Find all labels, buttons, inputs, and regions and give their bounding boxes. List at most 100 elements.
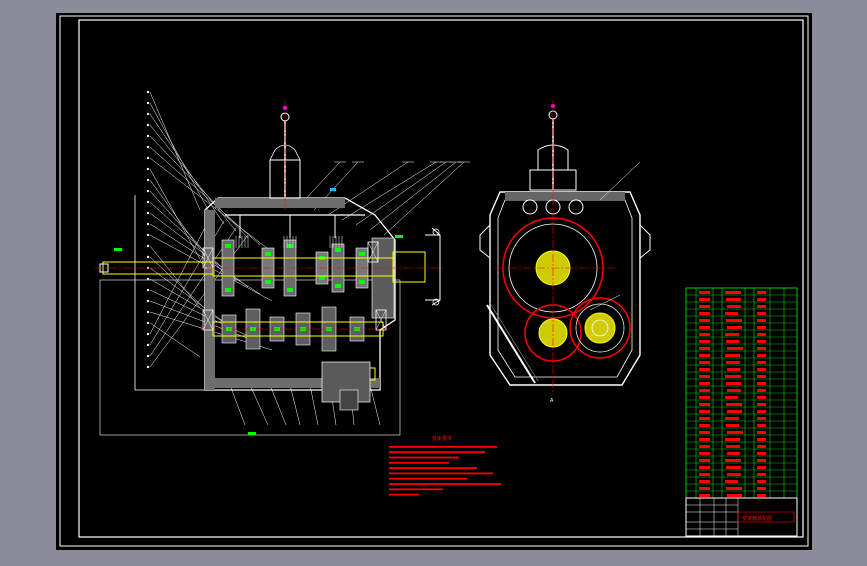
table-cell-spec-15 xyxy=(727,389,741,392)
table-cell-material-24 xyxy=(757,452,766,455)
note-line-6 xyxy=(389,472,493,475)
table-cell-material-7 xyxy=(757,333,766,336)
table-cell-name-30 xyxy=(699,494,710,497)
table-cell-material-5 xyxy=(757,319,766,322)
leader-balloon-left-7 xyxy=(146,156,150,160)
leader-balloon-left-23 xyxy=(146,332,150,336)
table-cell-name-27 xyxy=(699,473,710,476)
leader-balloon-left-19 xyxy=(146,288,150,292)
section-label-a: A xyxy=(550,398,554,404)
table-cell-spec-9 xyxy=(727,347,743,350)
table-cell-name-26 xyxy=(699,466,710,469)
table-cell-spec-29 xyxy=(726,487,742,490)
leader-balloon-left-2 xyxy=(146,101,150,105)
main-gear-mark-top-1 xyxy=(225,244,231,248)
table-cell-material-1 xyxy=(757,291,766,294)
table-cell-name-1 xyxy=(699,291,710,294)
table-cell-spec-25 xyxy=(725,459,741,462)
table-cell-spec-3 xyxy=(727,305,741,308)
main-gear-mark-bottom-2 xyxy=(265,280,271,284)
table-cell-material-10 xyxy=(757,354,766,357)
leader-balloon-left-11 xyxy=(146,200,150,204)
leader-balloon-left-15 xyxy=(146,244,150,248)
table-cell-spec-16 xyxy=(725,396,738,399)
main-gear-mark-top-2 xyxy=(265,252,271,256)
table-cell-name-28 xyxy=(699,480,710,483)
leader-balloon-left-22 xyxy=(146,321,150,325)
note-line-7 xyxy=(389,477,467,480)
bottom-dim-marker xyxy=(248,432,256,435)
main-gear-mark-bottom-6 xyxy=(359,280,365,284)
table-cell-spec-18 xyxy=(727,410,742,413)
main-gear-mark-top-6 xyxy=(359,252,365,256)
leader-balloon-left-26 xyxy=(146,365,150,369)
table-cell-material-18 xyxy=(757,410,766,413)
leader-balloon-left-20 xyxy=(146,299,150,303)
table-cell-name-21 xyxy=(699,431,710,434)
table-cell-spec-28 xyxy=(725,480,738,483)
table-cell-name-20 xyxy=(699,424,710,427)
table-cell-name-11 xyxy=(699,361,710,364)
table-cell-material-28 xyxy=(757,480,766,483)
table-cell-name-19 xyxy=(699,417,710,420)
top-dim-marker xyxy=(330,188,336,191)
leader-balloon-left-9 xyxy=(146,178,150,182)
table-cell-spec-12 xyxy=(727,368,740,371)
table-cell-spec-4 xyxy=(725,312,738,315)
table-cell-material-30 xyxy=(757,494,766,497)
table-cell-name-3 xyxy=(699,305,710,308)
table-cell-material-16 xyxy=(757,396,766,399)
table-cell-spec-17 xyxy=(726,403,742,406)
note-line-9 xyxy=(389,488,443,491)
table-cell-spec-8 xyxy=(726,340,739,343)
housing-cover-right xyxy=(371,237,395,319)
table-cell-spec-11 xyxy=(726,361,740,364)
leader-balloon-left-10 xyxy=(146,189,150,193)
table-cell-name-15 xyxy=(699,389,710,392)
table-cell-spec-2 xyxy=(726,298,741,301)
note-line-4 xyxy=(389,461,449,464)
main-gear-mark-bottom-1 xyxy=(225,288,231,292)
leader-balloon-left-4 xyxy=(146,123,150,127)
leader-balloon-left-21 xyxy=(146,310,150,314)
reverse-idler-hub xyxy=(339,389,359,411)
leader-balloon-left-6 xyxy=(146,145,150,149)
reverse-gear-hub xyxy=(584,312,616,344)
note-line-3 xyxy=(389,456,459,459)
table-cell-material-22 xyxy=(757,438,766,441)
leader-balloon-left-3 xyxy=(146,112,150,116)
table-cell-spec-20 xyxy=(726,424,739,427)
table-cell-material-25 xyxy=(757,459,766,462)
table-cell-name-17 xyxy=(699,403,710,406)
table-cell-material-21 xyxy=(757,431,766,434)
table-cell-name-12 xyxy=(699,368,710,371)
table-cell-spec-22 xyxy=(725,438,740,441)
table-cell-spec-19 xyxy=(725,417,739,420)
table-cell-material-17 xyxy=(757,403,766,406)
table-cell-spec-10 xyxy=(725,354,740,357)
table-cell-material-12 xyxy=(757,368,766,371)
drawing-sheet-background xyxy=(56,13,812,550)
table-cell-name-4 xyxy=(699,312,710,315)
table-cell-name-23 xyxy=(699,445,710,448)
table-cell-material-13 xyxy=(757,375,766,378)
leader-balloon-left-12 xyxy=(146,211,150,215)
cad-drawing-canvas: A 技术要求 变速器装配图 xyxy=(0,0,867,562)
notes-title: 技术要求 xyxy=(432,435,452,442)
leader-balloon-left-1 xyxy=(146,90,150,94)
table-cell-name-24 xyxy=(699,452,710,455)
table-cell-spec-6 xyxy=(727,326,742,329)
table-cell-name-9 xyxy=(699,347,710,350)
table-cell-material-15 xyxy=(757,389,766,392)
main-gear-mark-bottom-3 xyxy=(287,288,293,292)
note-line-5 xyxy=(389,467,477,469)
table-cell-spec-14 xyxy=(726,382,741,385)
table-cell-material-11 xyxy=(757,361,766,364)
table-cell-material-29 xyxy=(757,487,766,490)
table-cell-spec-24 xyxy=(727,452,740,455)
table-cell-name-14 xyxy=(699,382,710,385)
table-cell-name-16 xyxy=(699,396,710,399)
table-cell-spec-27 xyxy=(727,473,741,476)
table-cell-material-27 xyxy=(757,473,766,476)
table-cell-name-18 xyxy=(699,410,710,413)
